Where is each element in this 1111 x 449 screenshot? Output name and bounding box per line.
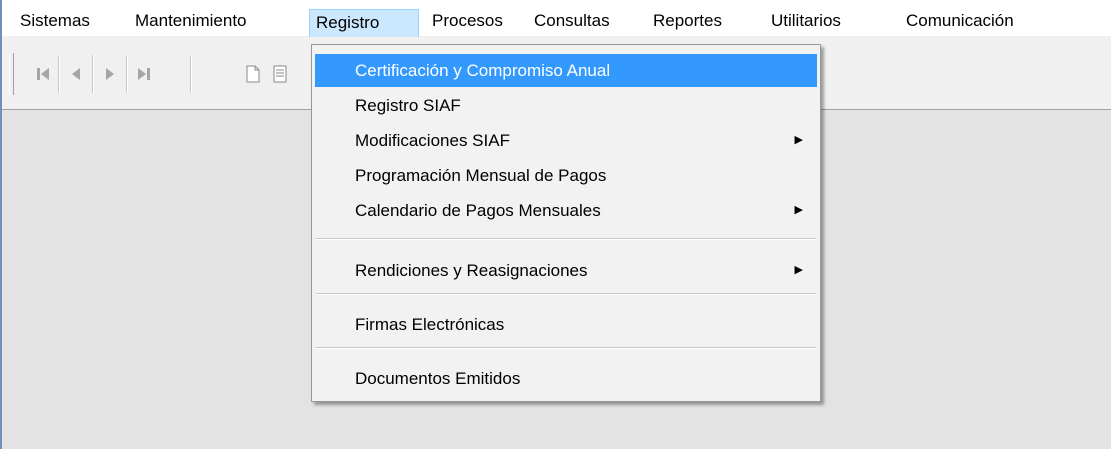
menu-item-label: Registro SIAF: [355, 96, 461, 115]
menu-separator: [316, 238, 816, 240]
menu-item-modificaciones-siaf[interactable]: Modificaciones SIAF ▶: [315, 124, 817, 157]
menu-item-documentos-emitidos[interactable]: Documentos Emitidos: [315, 362, 817, 395]
menu-separator: [316, 347, 816, 349]
menu-item-label: Calendario de Pagos Mensuales: [355, 201, 601, 220]
menu-utilitarios[interactable]: Utilitarios: [765, 10, 847, 36]
menu-item-firmas-electronicas[interactable]: Firmas Electrónicas: [315, 308, 817, 341]
menu-separator: [316, 293, 816, 295]
toolbar-grip[interactable]: [9, 53, 14, 95]
menu-registro[interactable]: Registro: [309, 9, 419, 37]
menu-item-calendario-pagos[interactable]: Calendario de Pagos Mensuales ▶: [315, 194, 817, 227]
menu-reportes[interactable]: Reportes: [647, 10, 728, 36]
menu-item-label: Rendiciones y Reasignaciones: [355, 261, 588, 280]
toolbar-separator: [190, 55, 192, 93]
toolbar-separator: [126, 55, 128, 93]
menu-item-programacion-mensual[interactable]: Programación Mensual de Pagos: [315, 159, 817, 192]
application-window: Sistemas Mantenimiento Registro Procesos…: [0, 0, 1111, 449]
submenu-arrow-icon: ▶: [794, 204, 803, 216]
menu-item-certificacion[interactable]: Certificación y Compromiso Anual: [315, 54, 817, 87]
submenu-arrow-icon: ▶: [794, 264, 803, 276]
new-document-icon[interactable]: [240, 55, 266, 93]
menu-item-registro-siaf[interactable]: Registro SIAF: [315, 89, 817, 122]
toolbar-separator: [58, 55, 60, 93]
first-record-icon[interactable]: [30, 55, 56, 93]
menu-item-label: Modificaciones SIAF: [355, 131, 510, 150]
submenu-arrow-icon: ▶: [794, 134, 803, 146]
menu-consultas[interactable]: Consultas: [528, 10, 616, 36]
menu-comunicacion[interactable]: Comunicación: [900, 10, 1020, 36]
menu-item-label: Certificación y Compromiso Anual: [355, 61, 611, 80]
menu-procesos[interactable]: Procesos: [426, 10, 509, 36]
list-icon[interactable]: [270, 55, 290, 93]
previous-record-icon[interactable]: [63, 55, 89, 93]
next-record-icon[interactable]: [97, 55, 123, 93]
menu-item-label: Firmas Electrónicas: [355, 315, 505, 334]
last-record-icon[interactable]: [131, 55, 157, 93]
menu-item-label: Programación Mensual de Pagos: [355, 166, 607, 185]
registro-dropdown-menu: Certificación y Compromiso Anual Registr…: [311, 44, 821, 402]
menu-sistemas[interactable]: Sistemas: [14, 10, 96, 36]
menu-bar: Sistemas Mantenimiento Registro Procesos…: [2, 0, 1111, 37]
toolbar-separator: [92, 55, 94, 93]
menu-mantenimiento[interactable]: Mantenimiento: [129, 10, 253, 36]
menu-item-label: Documentos Emitidos: [355, 369, 521, 388]
menu-item-rendiciones[interactable]: Rendiciones y Reasignaciones ▶: [315, 254, 817, 287]
